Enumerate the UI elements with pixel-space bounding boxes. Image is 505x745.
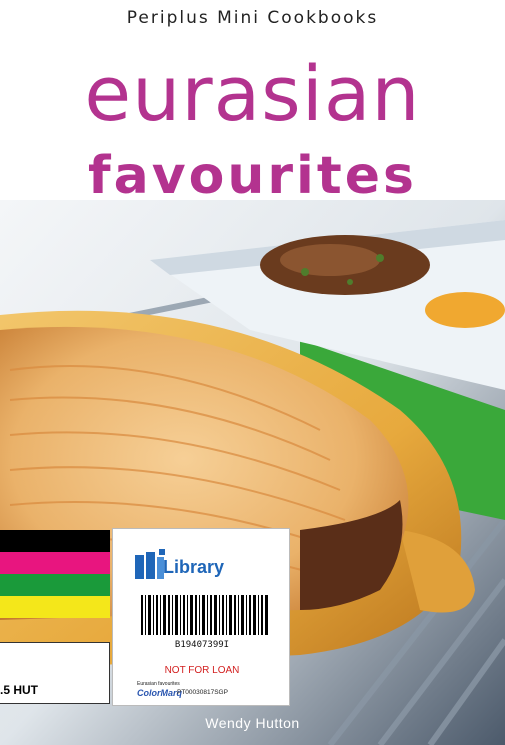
barcode xyxy=(141,595,268,635)
stripe-black xyxy=(0,530,110,552)
call-number: .5 HUT xyxy=(0,683,39,697)
label-book-title: Eurasian favourites xyxy=(137,681,180,687)
series-name: Periplus Mini Cookbooks xyxy=(126,8,379,28)
stripe-green xyxy=(0,574,110,596)
library-text: Library xyxy=(163,557,225,577)
book-cover: Periplus Mini Cookbooks eurasian favouri… xyxy=(0,0,505,745)
barcode-number: B19407399I xyxy=(174,640,230,650)
label-code: PT00030817SGP xyxy=(177,689,228,696)
stripe-pink xyxy=(0,552,110,574)
title-line-1: eurasian xyxy=(84,49,421,138)
stripe-yellow xyxy=(0,596,110,618)
library-label: Library B19407399I NOT FOR LOAN Eurasian… xyxy=(112,528,290,706)
author-name: Wendy Hutton xyxy=(205,715,300,731)
call-number-sticker: .5 HUT xyxy=(0,642,110,704)
color-stripes-sticker xyxy=(0,530,110,620)
not-for-loan: NOT FOR LOAN xyxy=(164,665,240,676)
title-line-2: favourites xyxy=(88,146,417,206)
colormarq-logo: ColorMarq xyxy=(137,688,182,698)
